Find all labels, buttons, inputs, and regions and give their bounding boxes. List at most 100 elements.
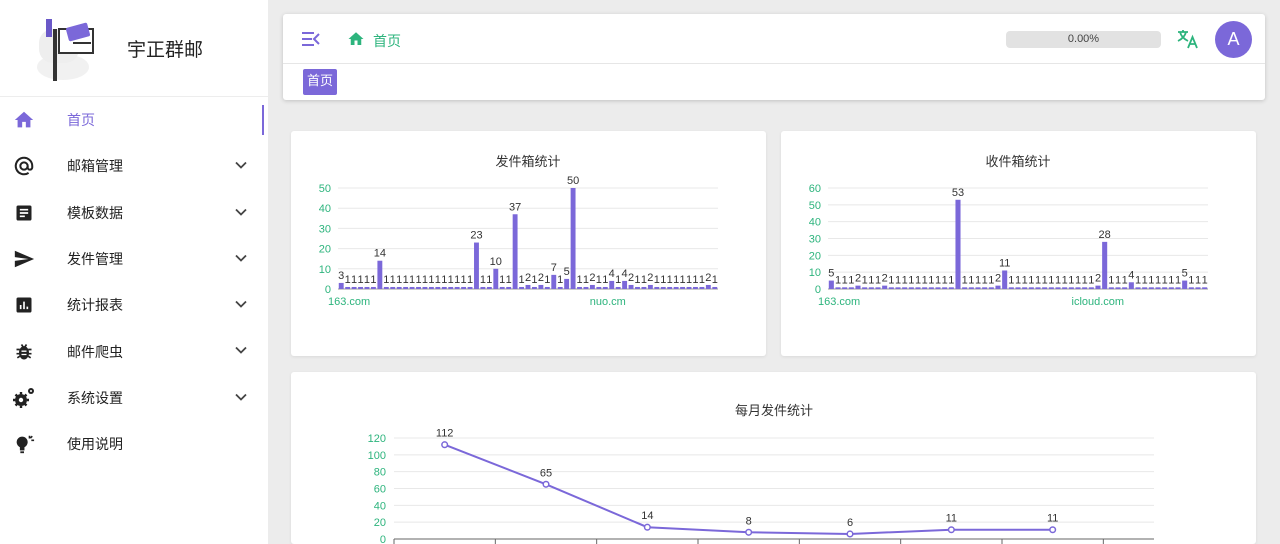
chevron-down-icon (234, 343, 248, 362)
bar (383, 286, 389, 289)
bar (461, 286, 467, 289)
bar-value-label: 1 (383, 274, 389, 286)
bar-value-label: 1 (1142, 274, 1148, 286)
bar (1182, 280, 1188, 289)
bar-value-label: 1 (692, 274, 698, 286)
bar (416, 286, 421, 289)
menu-collapse-icon[interactable] (301, 30, 321, 53)
bar-value-label: 1 (615, 274, 621, 286)
bar (544, 286, 550, 289)
x-tick-label: 163.com (328, 296, 370, 308)
bar (1195, 287, 1201, 289)
home-icon (12, 108, 36, 132)
bar (922, 287, 928, 289)
bar (602, 286, 608, 289)
bar-value-label: 1 (982, 274, 988, 286)
data-point (745, 528, 753, 536)
bar-value-label: 1 (1188, 274, 1194, 286)
point-value-label: 14 (641, 510, 653, 522)
bar (486, 286, 492, 289)
bar (1115, 287, 1121, 289)
bar-value-label: 7 (551, 262, 557, 274)
bar (647, 284, 653, 289)
bar-value-label: 1 (583, 274, 589, 286)
bug-icon (12, 340, 36, 364)
bar-value-label: 1 (1008, 274, 1014, 286)
point-value-label: 8 (746, 515, 752, 527)
bar (609, 280, 615, 289)
bar (1168, 287, 1174, 289)
bar-value-label: 1 (948, 274, 954, 286)
bar (635, 286, 640, 289)
y-tick-label: 0 (325, 284, 331, 296)
brand: 宇正群邮 (0, 0, 268, 97)
sidebar-item-help[interactable]: 使用说明 (0, 421, 268, 467)
sidebar-item-reports[interactable]: 统计报表 (0, 282, 268, 328)
bar (948, 287, 954, 289)
bar-value-label: 1 (596, 274, 602, 286)
bar-value-label: 1 (602, 274, 608, 286)
sidebar-item-label: 使用说明 (67, 437, 123, 454)
bar (409, 286, 415, 289)
sidebar-item-templates[interactable]: 模板数据 (0, 190, 268, 236)
bar (351, 286, 357, 289)
avatar[interactable]: A (1215, 21, 1252, 58)
sidebar-item-home[interactable]: 首页 (0, 97, 268, 143)
bar-value-label: 50 (567, 175, 579, 187)
bar-value-label: 1 (403, 274, 409, 286)
report-icon (12, 293, 36, 317)
sidebar-item-mailbox[interactable]: 邮箱管理 (0, 143, 268, 189)
bar (531, 286, 537, 289)
bar (712, 286, 718, 289)
chevron-down-icon (234, 251, 248, 270)
bar-value-label: 1 (454, 274, 460, 286)
data-point (1049, 526, 1057, 534)
bar-value-label: 1 (1202, 274, 1208, 286)
bar (902, 287, 908, 289)
bar (583, 286, 589, 289)
bar (525, 284, 531, 289)
x-tick-label: 163.com (818, 296, 860, 308)
sidebar-item-crawler[interactable]: 邮件爬虫 (0, 328, 268, 374)
tab-home[interactable]: 首页 (303, 69, 338, 95)
bar-value-label: 1 (544, 274, 550, 286)
bar-value-label: 1 (654, 274, 660, 286)
bar-value-label: 1 (922, 274, 928, 286)
sidebar-item-settings[interactable]: 系统设置 (0, 375, 268, 421)
sidebar-item-sending[interactable]: 发件管理 (0, 236, 268, 282)
y-tick-label: 60 (809, 183, 821, 195)
bar (982, 287, 988, 289)
bar (660, 286, 666, 289)
bar-value-label: 1 (531, 274, 537, 286)
bar (942, 287, 948, 289)
bar (396, 286, 402, 289)
point-value-label: 11 (946, 513, 957, 525)
bar-value-label: 1 (441, 274, 447, 286)
bar (1055, 287, 1061, 289)
y-tick-label: 20 (809, 250, 821, 262)
bar (667, 286, 673, 289)
bar (370, 286, 376, 289)
bar (1042, 287, 1048, 289)
y-tick-label: 80 (374, 467, 386, 479)
gears-icon (12, 386, 36, 410)
data-point (947, 526, 955, 534)
bar (641, 286, 647, 289)
bar-value-label: 14 (374, 248, 386, 260)
bar (577, 286, 582, 289)
y-tick-label: 50 (319, 183, 331, 195)
lightbulb-icon (12, 432, 36, 456)
translate-icon[interactable] (1176, 27, 1200, 56)
sidebar-item-label: 统计报表 (67, 298, 123, 315)
point-value-label: 112 (436, 428, 454, 440)
chevron-down-icon (234, 390, 248, 409)
bar (441, 286, 447, 289)
bar-value-label: 2 (995, 273, 1001, 285)
point-value-label: 6 (847, 517, 853, 529)
bar (928, 287, 934, 289)
bar-value-label: 1 (862, 274, 868, 286)
bar (1022, 287, 1028, 289)
y-tick-label: 120 (368, 433, 386, 445)
breadcrumb[interactable]: 首页 (373, 31, 401, 51)
bar-value-label: 1 (357, 274, 363, 286)
